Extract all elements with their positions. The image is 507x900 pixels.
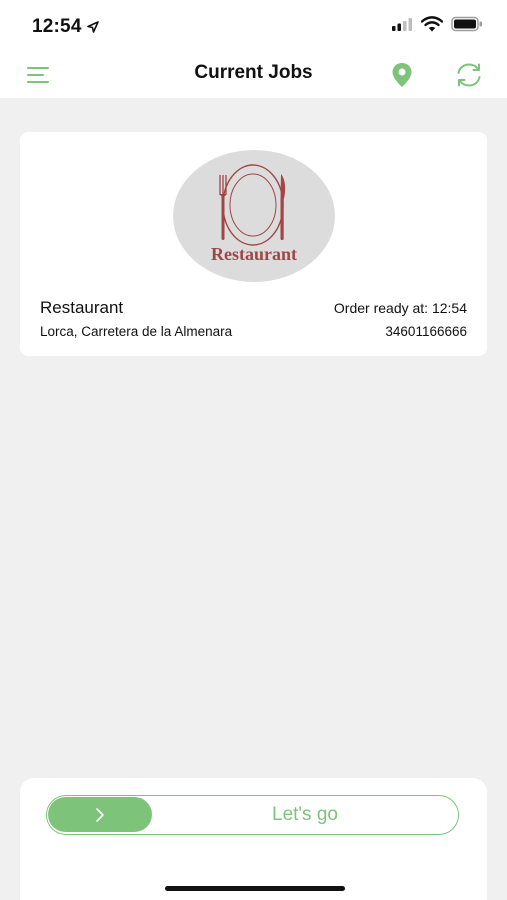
restaurant-phone: 34601166666 — [385, 324, 467, 339]
home-indicator — [165, 886, 345, 891]
bottom-panel: Let's go — [20, 778, 487, 900]
refresh-button[interactable] — [452, 60, 486, 90]
logo-text: Restaurant — [211, 244, 297, 264]
nav-bar: Current Jobs — [0, 52, 507, 98]
wifi-icon — [421, 16, 443, 32]
restaurant-logo: Restaurant — [173, 150, 335, 282]
restaurant-address: Lorca, Carretera de la Almenara — [40, 324, 233, 339]
restaurant-name: Restaurant — [40, 298, 124, 317]
battery-icon — [451, 16, 482, 32]
map-location-button[interactable] — [388, 60, 416, 90]
chevron-right-icon — [96, 807, 104, 822]
location-pin-icon — [392, 63, 412, 87]
refresh-icon — [457, 63, 481, 87]
order-ready-time: Order ready at: 12:54 — [333, 300, 467, 316]
location-arrow-icon — [86, 21, 99, 33]
lets-go-slider[interactable]: Let's go — [46, 795, 459, 835]
slider-label: Let's go — [272, 803, 338, 825]
cellular-signal-icon — [392, 18, 412, 31]
status-indicators — [391, 16, 483, 32]
status-bar: 12:54 — [0, 0, 507, 52]
job-card[interactable]: Restaurant Restaurant Order ready at: 12… — [20, 132, 487, 356]
slider-knob[interactable] — [48, 797, 152, 832]
status-time: 12:54 — [32, 16, 100, 38]
page-title: Current Jobs — [194, 62, 313, 83]
status-time-label: 12:54 — [32, 16, 82, 37]
